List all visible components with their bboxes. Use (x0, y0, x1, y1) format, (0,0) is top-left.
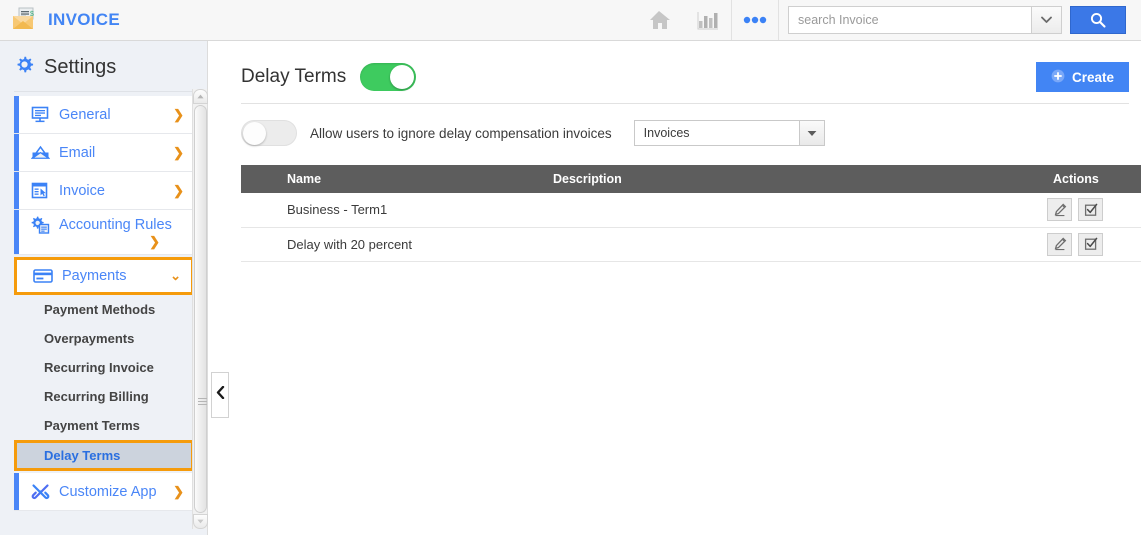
chevron-right-icon: ❯ (173, 483, 184, 499)
row-description-cell (543, 193, 1043, 228)
sidebar-item-label: Email (59, 144, 96, 161)
home-icon[interactable] (635, 0, 683, 40)
sidebar-nav: General ❯ Email ❯ Invoice ❯ Accounting R… (0, 96, 194, 295)
open-envelope-icon (30, 145, 50, 160)
chevron-down-icon[interactable] (1031, 6, 1062, 34)
row-spacer-cell (241, 227, 277, 262)
sidebar-item-accounting-rules[interactable]: Accounting Rules ❯ (14, 210, 194, 255)
scrollbar-grip (198, 398, 207, 406)
content-header: Delay Terms Create (229, 41, 1141, 97)
sidebar-item-recurring-invoice[interactable]: Recurring Invoice (14, 353, 194, 382)
table-row[interactable]: Delay with 20 percent (241, 227, 1141, 262)
filter-row: Allow users to ignore delay compensation… (229, 104, 1141, 146)
create-button[interactable]: Create (1035, 62, 1129, 92)
content-title: Delay Terms (241, 66, 347, 87)
arrow-up-icon[interactable] (193, 89, 208, 104)
search-button[interactable] (1070, 6, 1126, 34)
sidebar-item-label: General (59, 106, 111, 123)
chevron-down-icon: ⌄ (170, 268, 181, 283)
sidebar-item-delay-terms[interactable]: Delay Terms (14, 440, 194, 471)
sidebar-subnav: Payment Methods Overpayments Recurring I… (0, 295, 194, 471)
column-header-description[interactable]: Description (543, 165, 1043, 193)
checkbox-check-icon[interactable] (1078, 198, 1103, 222)
gear-icon (14, 54, 35, 80)
scrollbar-thumb[interactable] (194, 105, 207, 513)
row-name-cell: Delay with 20 percent (277, 227, 543, 262)
checkbox-check-icon[interactable] (1078, 232, 1103, 256)
sidebar-item-payments[interactable]: Payments ⌄ (14, 257, 194, 295)
credit-card-icon (33, 269, 53, 283)
arrow-down-icon[interactable] (193, 514, 208, 529)
triangle-down-icon[interactable] (798, 120, 825, 146)
ignore-delay-compensation-toggle[interactable] (241, 120, 297, 146)
sidebar-item-label: Invoice (59, 182, 105, 199)
sidebar-item-label: Accounting Rules (59, 217, 172, 233)
topbar-icon-group (635, 0, 779, 40)
sidebar-item-payment-methods[interactable]: Payment Methods (14, 295, 194, 324)
sidebar-item-label: Payments (62, 268, 127, 284)
more-dots-icon[interactable] (731, 0, 779, 40)
search-input[interactable]: search Invoice (788, 6, 1031, 34)
column-header-blank (241, 165, 277, 193)
toggle-knob (243, 122, 266, 145)
sidebar-item-customize-app[interactable]: Customize App ❯ (14, 473, 194, 511)
plus-circle-icon (1051, 69, 1065, 86)
pencil-edit-icon[interactable] (1047, 232, 1072, 256)
create-button-label: Create (1071, 69, 1114, 85)
sidebar-item-payment-terms[interactable]: Payment Terms (14, 411, 194, 440)
chevron-left-icon (216, 385, 225, 404)
sidebar-nav-footer: Customize App ❯ (0, 473, 194, 511)
chevron-right-icon: ❯ (173, 106, 184, 122)
row-description-cell (543, 227, 1043, 262)
sidebar-divider (14, 91, 195, 92)
row-spacer-cell (241, 193, 277, 228)
monitor-icon (30, 106, 50, 123)
sidebar-collapse-button[interactable] (211, 372, 229, 418)
gear-document-icon (30, 216, 50, 234)
invoices-select[interactable]: Invoices (633, 120, 825, 146)
sidebar-item-label: Customize App (59, 483, 157, 500)
app-title: INVOICE (48, 10, 121, 29)
sidebar-item-invoice[interactable]: Invoice ❯ (14, 172, 194, 210)
top-bar: $ INVOICE search Invoice (0, 0, 1141, 41)
table-row[interactable]: Business - Term1 (241, 193, 1141, 228)
column-header-actions: Actions (1043, 165, 1141, 193)
search-area: search Invoice (788, 6, 1126, 34)
sidebar-item-recurring-billing[interactable]: Recurring Billing (14, 382, 194, 411)
app-logo[interactable]: $ INVOICE (10, 5, 120, 35)
row-actions-cell (1043, 193, 1141, 228)
delay-terms-table: Name Description Actions Business - Term… (241, 165, 1141, 262)
sidebar-header: Settings (0, 41, 207, 91)
delay-terms-toggle[interactable] (360, 63, 417, 91)
document-cursor-icon (30, 182, 50, 199)
column-header-name[interactable]: Name (277, 165, 543, 193)
chevron-right-icon: ❯ (173, 144, 184, 160)
row-actions-cell (1043, 227, 1141, 262)
main-content: Delay Terms Create Allow users to ignore… (229, 41, 1141, 535)
sidebar-item-overpayments[interactable]: Overpayments (14, 324, 194, 353)
filter-label: Allow users to ignore delay compensation… (310, 125, 612, 141)
table-header: Name Description Actions (241, 165, 1141, 193)
table-body: Business - Term1 Delay with 20 percent (241, 193, 1141, 262)
table-header-row: Name Description Actions (241, 165, 1141, 193)
select-value[interactable]: Invoices (633, 120, 799, 146)
sidebar-scrollbar[interactable] (192, 89, 208, 529)
bar-chart-icon[interactable] (683, 0, 731, 40)
pencil-edit-icon[interactable] (1047, 198, 1072, 222)
settings-sidebar: Settings General ❯ Email ❯ Invoice ❯ Acc… (0, 41, 208, 535)
chevron-right-icon: ❯ (173, 182, 184, 198)
envelope-invoice-icon: $ (10, 5, 40, 35)
row-name-cell: Business - Term1 (277, 193, 543, 228)
sidebar-item-general[interactable]: General ❯ (14, 96, 194, 134)
tools-icon (30, 483, 50, 501)
chevron-right-icon: ❯ (149, 234, 160, 249)
toggle-knob (390, 65, 415, 89)
sidebar-item-email[interactable]: Email ❯ (14, 134, 194, 172)
page-title: Settings (44, 55, 117, 78)
